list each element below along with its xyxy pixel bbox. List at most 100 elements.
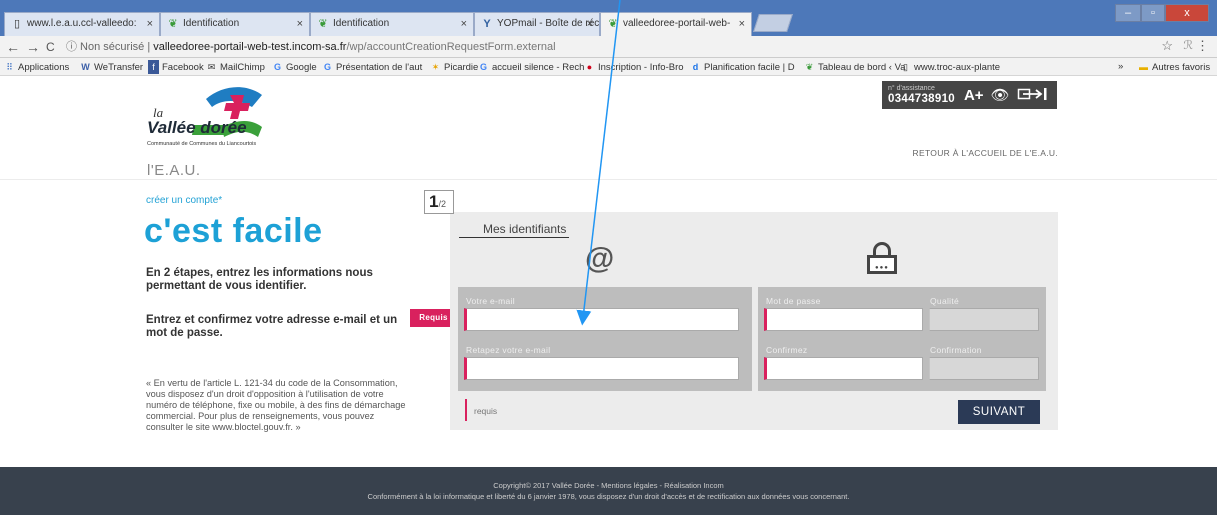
close-icon[interactable]: ×	[147, 13, 153, 35]
confirmation-label: Confirmation	[930, 345, 982, 355]
bookmark-item[interactable]: ● Inscription - Info-Bro	[584, 60, 684, 75]
password-confirm-field[interactable]	[764, 357, 923, 380]
close-icon[interactable]: ×	[297, 13, 303, 35]
close-icon[interactable]: ×	[461, 13, 467, 35]
logo-subtitle: Communauté de Communes du Liancourtois	[147, 141, 257, 147]
tab-title: Identification	[333, 18, 390, 29]
url-path: /wp/accountCreationRequestForm.external	[346, 41, 556, 53]
tab-title: www.l.e.a.u.ccl-valleedo:	[27, 18, 137, 29]
password-label: Mot de passe	[766, 296, 821, 306]
bookmark-item[interactable]: W WeTransfer	[80, 60, 143, 75]
doodle-icon: d	[692, 62, 699, 72]
step-indicator: 1/2	[424, 190, 454, 214]
instruction-paragraph: Entrez et confirmez votre adresse e-mail…	[146, 314, 398, 339]
google-icon: G	[479, 62, 487, 72]
next-button[interactable]: SUIVANT	[958, 400, 1040, 424]
page-icon: ▯	[13, 18, 21, 30]
mailchimp-icon: ✉	[207, 62, 216, 72]
bookmarks-bar: ⠿ Applications W WeTransfer f Facebook ✉ Mai…	[0, 58, 1217, 76]
close-icon[interactable]: ×	[739, 13, 745, 35]
font-size-button[interactable]: A+	[964, 87, 984, 104]
browser-tab[interactable]: Y YOPmail - Boîte de récep ×	[474, 12, 600, 36]
tab-title: Identification	[183, 18, 240, 29]
bookmark-item[interactable]: G Google	[272, 60, 317, 75]
star-icon: ✶	[431, 62, 440, 72]
footer-privacy-notice: Conformément à la loi informatique et li…	[367, 492, 850, 501]
email-confirm-field[interactable]	[464, 357, 739, 380]
browser-tab[interactable]: ▯ www.l.e.a.u.ccl-valleedo: ×	[4, 12, 160, 36]
new-tab-button[interactable]	[753, 14, 793, 32]
bookmark-item[interactable]: Gaccueil silence - Rech	[478, 60, 584, 75]
assistance-number-block: n° d'assistance 0344738910	[888, 85, 955, 105]
site-name: l'E.A.U.	[147, 162, 201, 179]
apps-icon: ⠿	[6, 62, 13, 72]
bookmark-item[interactable]: G Présentation de l'aut	[322, 60, 422, 75]
password-quality-meter	[929, 308, 1039, 331]
tab-mes-identifiants[interactable]: Mes identifiants	[459, 222, 569, 238]
email-confirm-label: Retapez votre e-mail	[466, 345, 551, 355]
plant-icon: ❦	[608, 18, 618, 30]
maximize-button[interactable]: ▫	[1141, 4, 1165, 22]
bookmark-item[interactable]: ✉ MailChimp	[206, 60, 265, 75]
confirmation-indicator	[929, 357, 1039, 380]
folder-icon: ▬	[1139, 62, 1148, 72]
bookmark-item[interactable]: ✶ Picardie	[430, 60, 479, 75]
page-content: la Vallée dorée Communauté de Communes d…	[0, 77, 1217, 515]
url-field[interactable]: ⓘ Non sécurisé | valleedoree-portail-web…	[66, 39, 556, 55]
footer-copyright[interactable]: Copyright© 2017 Vallée Dorée - Mentions …	[0, 481, 1217, 490]
close-window-button[interactable]: x	[1165, 4, 1209, 22]
bookmark-folder[interactable]: ▬ Autres favoris	[1138, 60, 1210, 75]
extension-icon[interactable]: ℛ	[1183, 38, 1193, 52]
quality-label: Qualité	[930, 296, 960, 306]
page-footer: Copyright© 2017 Vallée Dorée - Mentions …	[0, 467, 1217, 515]
browser-tab[interactable]: ❦ Identification ×	[160, 12, 310, 36]
reload-button[interactable]: C	[46, 38, 55, 56]
url-separator: |	[147, 41, 151, 53]
back-button[interactable]: ←	[6, 38, 20, 56]
eye-icon[interactable]: 👁	[991, 86, 1010, 104]
email-label: Votre e-mail	[466, 296, 515, 306]
back-to-home-link[interactable]: RETOUR À L'ACCUEIL DE L'E.A.U.	[913, 148, 1058, 158]
intro-paragraph: En 2 étapes, entrez les informations nou…	[146, 267, 373, 292]
header-divider	[0, 179, 1217, 180]
bookmark-item[interactable]: ⠿ Applications	[4, 60, 69, 75]
close-icon[interactable]: ×	[587, 13, 593, 35]
lock-icon: ●●●	[867, 242, 897, 274]
tab-title: valleedoree-portail-web-	[623, 18, 731, 29]
wetransfer-icon: W	[81, 62, 90, 72]
required-legend: requis	[474, 406, 498, 416]
bookmark-star-icon[interactable]: ☆	[1161, 38, 1173, 54]
browser-tab[interactable]: ❦ Identification ×	[310, 12, 474, 36]
bookmark-item[interactable]: d Planification facile | D	[690, 60, 795, 75]
url-domain: valleedoree-portail-web-test.incom-sa.fr	[153, 41, 347, 53]
window-controls: – ▫ x	[1115, 4, 1209, 22]
tab-title: YOPmail - Boîte de récep	[497, 18, 600, 29]
bookmarks-overflow[interactable]: »	[1118, 60, 1123, 74]
google-icon: G	[323, 62, 331, 72]
bookmark-item[interactable]: f Facebook	[148, 60, 204, 75]
plant-icon: ❦	[168, 18, 178, 30]
exit-icon[interactable]	[1017, 87, 1051, 104]
browser-tab-active[interactable]: ❦ valleedoree-portail-web- ×	[600, 12, 752, 37]
legal-notice: « En vertu de l'article L. 121-34 du cod…	[146, 378, 406, 432]
logo-name: Vallée dorée	[147, 118, 247, 137]
minimize-button[interactable]: –	[1115, 4, 1141, 22]
page-icon: ▯	[903, 62, 908, 72]
security-indicator[interactable]: ⓘ Non sécurisé	[66, 41, 144, 53]
bookmark-item[interactable]: ❦ Tableau de bord ‹ Va	[804, 60, 906, 75]
yopmail-icon: Y	[483, 18, 491, 30]
forward-button[interactable]: →	[26, 38, 40, 56]
password-confirm-label: Confirmez	[766, 345, 808, 355]
site-logo[interactable]: la Vallée dorée Communauté de Communes d…	[147, 85, 287, 165]
bookmark-item[interactable]: ▯ www.troc-aux-plante	[900, 60, 1000, 75]
email-at-icon: @	[585, 242, 615, 275]
google-icon: G	[273, 62, 281, 72]
page-headline: c'est facile	[144, 212, 323, 250]
assistance-label: n° d'assistance	[888, 85, 935, 92]
required-marker	[465, 399, 467, 421]
step-total: /2	[438, 199, 446, 209]
email-field[interactable]	[464, 308, 739, 331]
logout-icon	[1017, 87, 1047, 100]
menu-icon[interactable]: ⋮	[1196, 38, 1209, 54]
password-field[interactable]	[764, 308, 923, 331]
